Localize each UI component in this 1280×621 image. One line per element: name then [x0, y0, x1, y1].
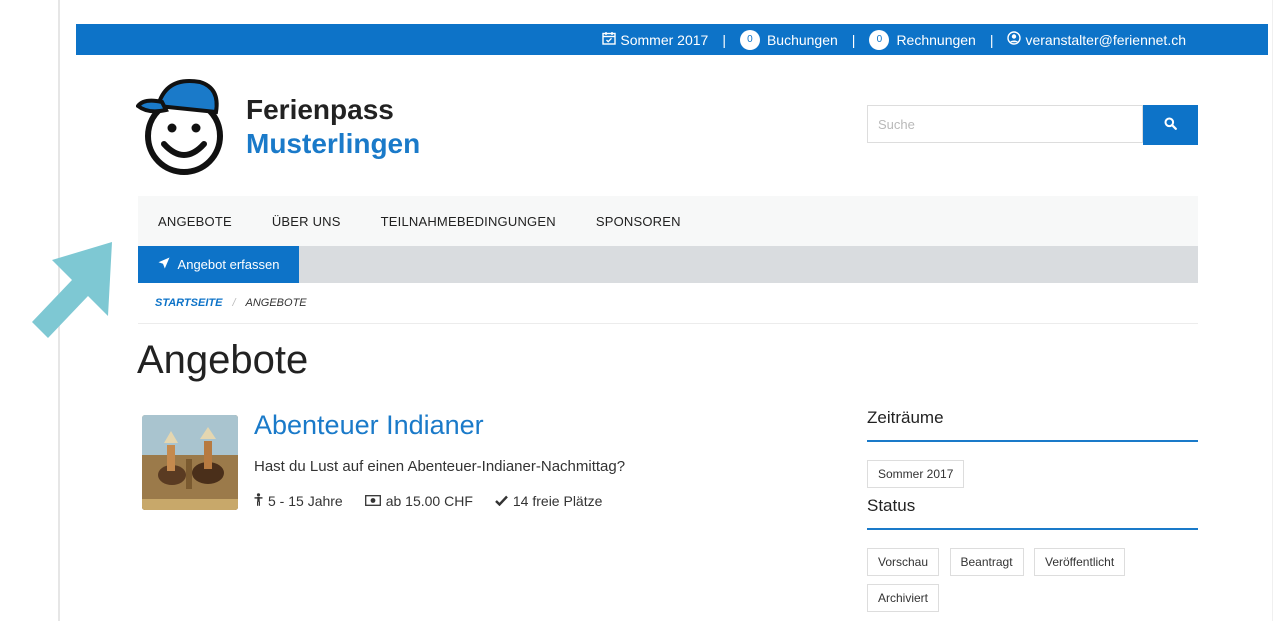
search-box: [867, 105, 1198, 145]
topbar-separator: |: [989, 31, 994, 48]
offer-age-text: 5 - 15 Jahre: [268, 493, 343, 509]
period-filter-tag[interactable]: Sommer 2017: [867, 460, 965, 488]
status-filter: Status Vorschau Beantragt Veröffentlicht…: [867, 496, 1198, 620]
search-input[interactable]: [867, 105, 1143, 143]
breadcrumb-separator: /: [232, 297, 236, 309]
search-icon: [1164, 117, 1177, 133]
filter-sidebar: Zeiträume Sommer 2017 Status Vorschau Be…: [867, 408, 1198, 620]
user-email: veranstalter@feriennet.ch: [1025, 31, 1186, 48]
user-account-link[interactable]: veranstalter@feriennet.ch: [1007, 31, 1186, 48]
editor-toolbar: Angebot erfassen: [138, 246, 1198, 283]
offer-price: ab 15.00 CHF: [364, 493, 473, 509]
topbar-separator: |: [722, 31, 726, 48]
calendar-icon: [602, 31, 617, 48]
breadcrumb-home[interactable]: STARTSEITE: [155, 297, 222, 309]
top-bar: Sommer 2017 | 0 Buchungen | 0 Rechnungen…: [76, 24, 1268, 55]
topbar-separator: |: [851, 31, 856, 48]
nav-item-sponsoren[interactable]: SPONSOREN: [596, 214, 681, 229]
annotation-arrow-icon: [32, 242, 112, 338]
status-heading: Status: [867, 496, 1198, 530]
periods-heading: Zeiträume: [867, 408, 1198, 442]
rocket-icon: [158, 257, 170, 272]
invoices-link[interactable]: 0 Rechnungen: [869, 29, 976, 50]
search-button[interactable]: [1143, 105, 1198, 145]
nav-item-ueber-uns[interactable]: ÜBER UNS: [272, 214, 341, 229]
status-filter-tag[interactable]: Beantragt: [949, 548, 1024, 576]
invoices-count-badge: 0: [869, 29, 890, 50]
breadcrumb: STARTSEITE / ANGEBOTE: [155, 297, 307, 309]
bookings-label: Buchungen: [766, 31, 838, 48]
offer-age: 5 - 15 Jahre: [254, 493, 343, 509]
create-offer-button[interactable]: Angebot erfassen: [138, 246, 299, 283]
period-link[interactable]: Sommer 2017: [602, 31, 708, 48]
logo-subtitle: Musterlingen: [246, 128, 421, 159]
status-filter-tag[interactable]: Veröffentlicht: [1034, 548, 1126, 576]
user-circle-icon: [1007, 31, 1022, 48]
main-navigation: ANGEBOTE ÜBER UNS TEILNAHMEBEDINGUNGEN S…: [138, 196, 1198, 246]
bookings-count-badge: 0: [739, 29, 760, 50]
status-filter-tag[interactable]: Archiviert: [867, 584, 940, 612]
offer-spots: 14 freie Plätze: [495, 493, 603, 509]
bookings-link[interactable]: 0 Buchungen: [739, 29, 838, 50]
periods-filter: Zeiträume Sommer 2017: [867, 408, 1198, 496]
child-icon: [254, 493, 263, 509]
create-offer-label: Angebot erfassen: [177, 257, 280, 272]
nav-item-teilnahmebedingungen[interactable]: TEILNAHMEBEDINGUNGEN: [381, 214, 556, 229]
breadcrumb-current: ANGEBOTE: [245, 297, 307, 309]
page-frame-edge-right: [1272, 0, 1273, 621]
logo-title: Ferienpass: [246, 94, 394, 125]
status-filter-tag[interactable]: Vorschau: [867, 548, 940, 576]
top-bar-items: Sommer 2017 | 0 Buchungen | 0 Rechnungen…: [602, 24, 1186, 55]
page-title: Angebote: [137, 338, 309, 382]
nav-item-angebote[interactable]: ANGEBOTE: [158, 214, 232, 229]
offer-title[interactable]: Abenteuer Indianer: [254, 410, 484, 441]
offer-list-item: Abenteuer Indianer Hast du Lust auf eine…: [142, 410, 802, 522]
divider: [138, 323, 1198, 324]
offer-price-text: ab 15.00 CHF: [385, 493, 473, 509]
money-icon: [364, 494, 381, 509]
offer-thumbnail[interactable]: [142, 415, 238, 510]
check-icon: [495, 494, 508, 509]
offer-meta: 5 - 15 Jahre ab 15.00 CHF 14 freie Plätz…: [254, 493, 602, 509]
smiley-cap-icon: [136, 79, 223, 175]
site-logo[interactable]: Ferienpass Musterlingen: [136, 72, 456, 178]
invoices-label: Rechnungen: [896, 31, 976, 48]
offer-description: Hast du Lust auf einen Abenteuer-Indiane…: [254, 458, 626, 475]
offer-spots-text: 14 freie Plätze: [512, 493, 603, 509]
period-label: Sommer 2017: [620, 31, 709, 48]
